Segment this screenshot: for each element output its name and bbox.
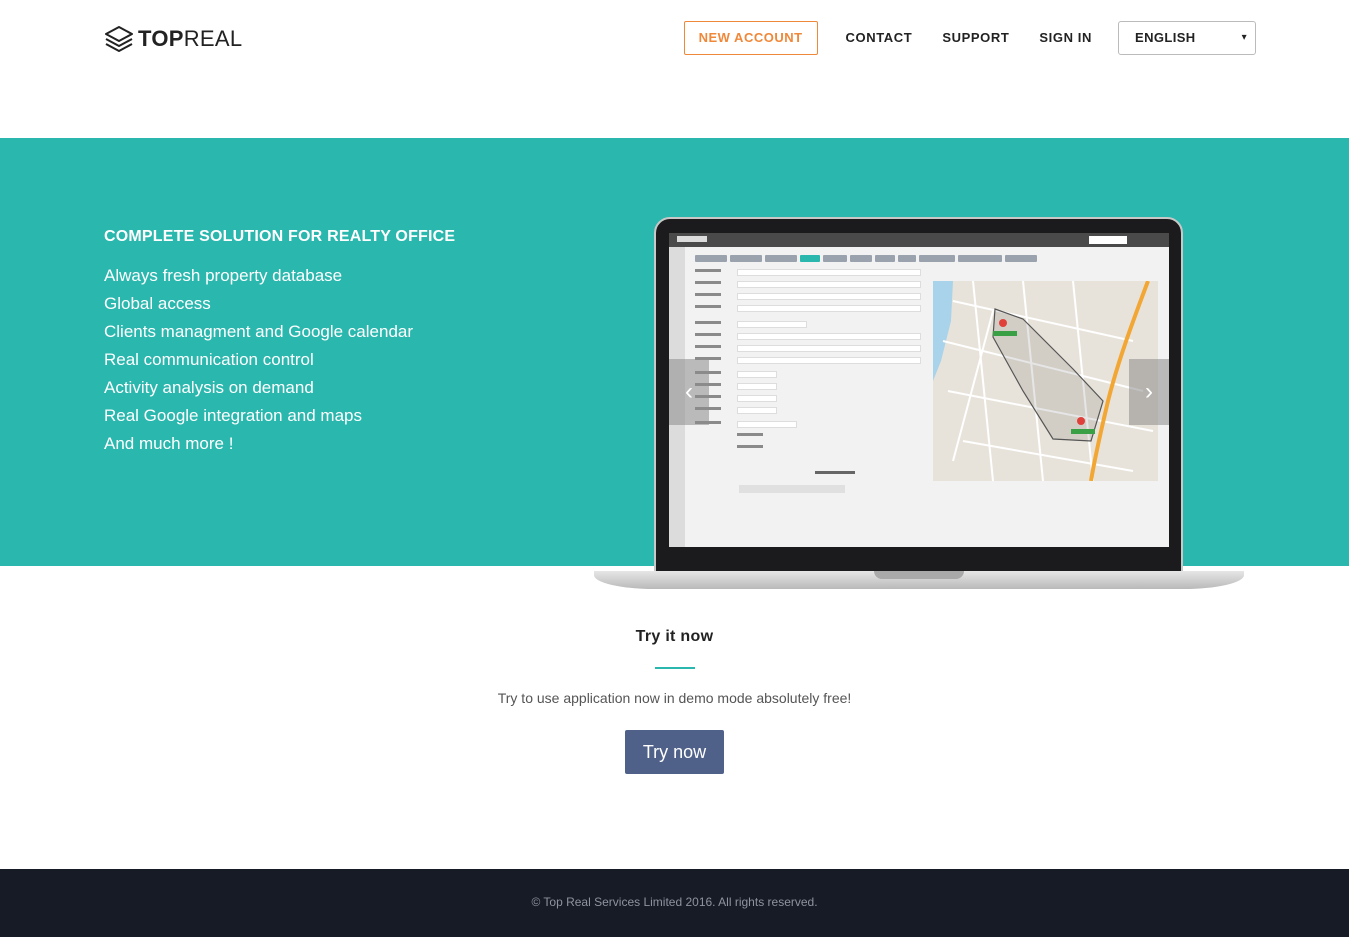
toolbar-button	[1005, 255, 1037, 262]
feature-list: Always fresh property database Global ac…	[104, 262, 413, 458]
app-brand	[677, 236, 707, 242]
copyright-text: © Top Real Services Limited 2016. All ri…	[531, 895, 818, 909]
app-search-form	[691, 267, 931, 507]
toolbar-button	[958, 255, 1002, 262]
feature-item: Activity analysis on demand	[104, 378, 314, 397]
app-language	[1089, 236, 1127, 244]
app-search-bar	[739, 485, 845, 493]
logo-text: TOPREAL	[138, 26, 243, 51]
toolbar-button	[800, 255, 820, 262]
try-now-button[interactable]: Try now	[625, 730, 724, 774]
laptop-screenshot-carousel: ‹ ›	[594, 217, 1244, 592]
laptop-lid: ‹ ›	[654, 217, 1183, 575]
try-section-description: Try to use application now in demo mode …	[497, 690, 852, 706]
app-screenshot: ‹ ›	[669, 233, 1169, 547]
title-underline	[655, 667, 695, 669]
carousel-next-button[interactable]: ›	[1129, 359, 1169, 425]
app-toolbar	[695, 255, 1037, 262]
feature-item: Real communication control	[104, 350, 314, 369]
carousel-prev-button[interactable]: ‹	[669, 359, 709, 425]
logo[interactable]: TOPREAL	[104, 24, 242, 54]
toolbar-button	[695, 255, 727, 262]
toolbar-button	[730, 255, 762, 262]
feature-item: Real Google integration and maps	[104, 406, 362, 425]
toolbar-button	[765, 255, 797, 262]
app-top-bar	[669, 233, 1169, 247]
hero-title: COMPLETE SOLUTION FOR REALTY OFFICE	[104, 228, 456, 245]
site-header: TOPREAL NEW ACCOUNT CONTACT SUPPORT SIGN…	[0, 0, 1349, 138]
map-graphic	[933, 281, 1158, 481]
toolbar-button	[875, 255, 895, 262]
try-section-title: Try it now	[635, 628, 714, 645]
toolbar-button	[898, 255, 916, 262]
laptop-notch	[874, 571, 964, 579]
feature-item: Clients managment and Google calendar	[104, 322, 414, 341]
new-account-button[interactable]: NEW ACCOUNT	[683, 21, 818, 55]
app-special-search	[815, 471, 855, 474]
toolbar-button	[919, 255, 955, 262]
sign-in-link[interactable]: SIGN IN	[1039, 21, 1092, 55]
site-footer: © Top Real Services Limited 2016. All ri…	[0, 869, 1349, 937]
toolbar-button	[823, 255, 847, 262]
language-select[interactable]: ENGLISH ▾	[1118, 21, 1256, 55]
layers-logo-icon	[105, 26, 133, 52]
app-map	[933, 281, 1158, 481]
language-selected-value: ENGLISH	[1135, 30, 1196, 45]
feature-item: Always fresh property database	[104, 266, 343, 285]
support-link[interactable]: SUPPORT	[942, 21, 1009, 55]
chevron-down-icon: ▾	[1241, 32, 1247, 43]
feature-item: Global access	[104, 294, 211, 313]
feature-item: And much more !	[104, 434, 234, 453]
toolbar-button	[850, 255, 872, 262]
main-nav: NEW ACCOUNT CONTACT SUPPORT SIGN IN ENGL…	[683, 21, 1256, 55]
contact-link[interactable]: CONTACT	[846, 21, 913, 55]
